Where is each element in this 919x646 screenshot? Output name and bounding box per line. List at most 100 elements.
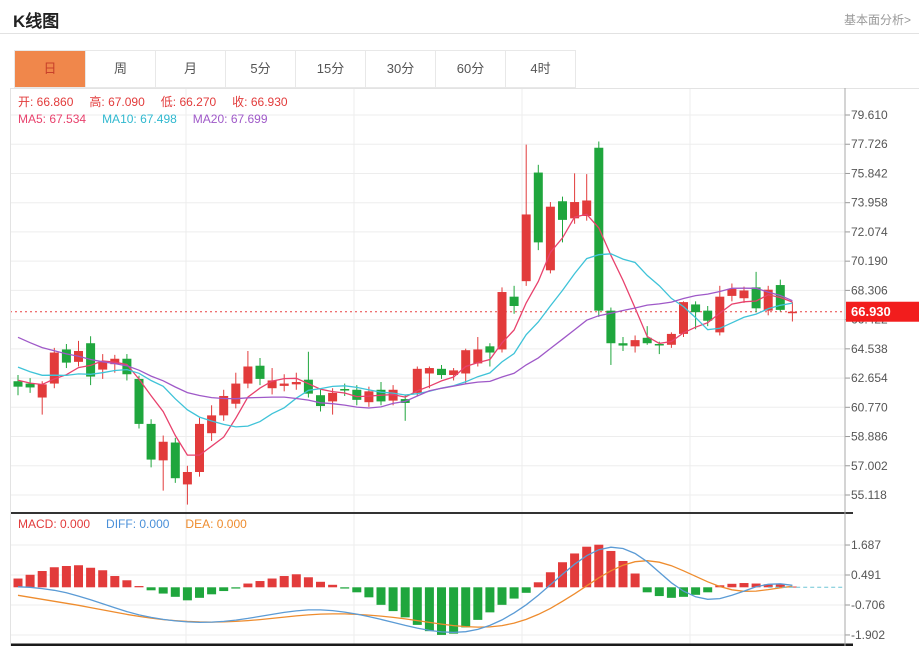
macd-hist-bar: [195, 587, 204, 598]
candle: [497, 292, 507, 350]
macd-hist-bar: [122, 580, 132, 588]
tab-4hour[interactable]: 4时: [505, 51, 575, 87]
macd-hist-bar: [691, 587, 701, 595]
macd-hist-bar: [449, 587, 459, 634]
macd-hist-bar: [570, 553, 580, 588]
macd-hist-bar: [400, 587, 410, 618]
period-tabs: 日周月 5分 15分 30分 60分 4时: [14, 50, 576, 88]
price-axis-label: 70.190: [851, 254, 888, 268]
price-axis-label: 58.886: [851, 430, 888, 444]
macd-hist-bar: [412, 587, 422, 625]
price-axis-label: 75.842: [851, 166, 888, 180]
candle: [727, 288, 737, 296]
macd-hist-bar: [25, 574, 35, 588]
macd-hist-bar: [267, 578, 277, 588]
candle: [146, 423, 156, 460]
macd-hist-bar: [243, 583, 253, 588]
candle: [630, 340, 640, 347]
candle: [437, 368, 446, 376]
candle: [328, 392, 338, 402]
macd-hist-bar: [739, 583, 749, 588]
page-title: K线图: [13, 12, 60, 31]
macd-hist-bar: [461, 587, 471, 628]
price-axis-label: 57.002: [851, 459, 888, 473]
candle: [37, 384, 47, 398]
macd-hist-bar: [654, 587, 664, 597]
candle: [134, 378, 144, 424]
macd-hist-bar: [86, 567, 96, 588]
macd-hist-bar: [74, 565, 83, 588]
title-divider: [0, 33, 919, 34]
candle: [207, 415, 217, 434]
candle: [25, 383, 35, 388]
candle: [291, 382, 301, 385]
macd-hist-bar: [376, 587, 386, 605]
macd-hist-bar: [328, 584, 338, 588]
candle: [98, 361, 108, 370]
macd-hist-bar: [134, 586, 144, 588]
macd-axis-label: -1.902: [851, 628, 885, 642]
candle: [521, 214, 531, 282]
kline-page: K线图 基本面分析> 日周月 5分 15分 30分 60分 4时 开: 66.860 高: …: [0, 0, 919, 646]
price-axis-label: 62.654: [851, 371, 888, 385]
candle: [533, 172, 543, 243]
macd-hist-bar: [473, 587, 483, 620]
macd-chart[interactable]: 1.687 0.491 -0.706 -1.902: [10, 512, 919, 646]
candle: [182, 472, 192, 485]
candle: [558, 201, 567, 220]
price-axis-label: 73.958: [851, 196, 888, 210]
price-axis-label: 60.770: [851, 400, 888, 414]
macd-hist-bar: [703, 587, 713, 593]
tab-month[interactable]: 月: [155, 51, 225, 87]
macd-hist-bar: [279, 576, 289, 588]
macd-hist-bar: [98, 570, 108, 588]
candle: [158, 441, 168, 461]
tab-60min[interactable]: 60分: [435, 51, 505, 87]
candle: [691, 304, 701, 313]
candle: [618, 343, 628, 346]
macd-hist-bar: [521, 587, 531, 593]
candle: [787, 311, 797, 314]
candle: [255, 365, 265, 379]
tab-week[interactable]: 周: [85, 51, 155, 87]
ma-line-ma20: [17, 287, 793, 409]
macd-axis-label: 0.491: [851, 568, 881, 582]
macd-hist-bar: [182, 587, 192, 601]
macd-hist-bar: [158, 587, 168, 594]
macd-hist-bar: [146, 587, 156, 591]
candle: [352, 389, 362, 400]
candle: [739, 290, 749, 299]
macd-hist-bar: [219, 587, 229, 592]
candle: [606, 310, 616, 344]
candle: [231, 383, 241, 404]
price-axis-label: 68.306: [851, 283, 888, 297]
tab-day[interactable]: 日: [15, 51, 85, 87]
candle: [654, 344, 664, 346]
macd-hist-bar: [364, 587, 374, 598]
candle: [243, 366, 253, 384]
tab-15min[interactable]: 15分: [295, 51, 365, 87]
macd-hist-bar: [424, 587, 434, 632]
macd-hist-bar: [316, 581, 325, 588]
macd-axis-label: -0.706: [851, 598, 885, 612]
macd-hist-bar: [61, 565, 71, 588]
macd-hist-bar: [388, 587, 398, 612]
candle: [509, 296, 519, 306]
macd-hist-bar: [666, 587, 676, 598]
macd-hist-bar: [352, 587, 362, 593]
candle: [279, 383, 289, 386]
macd-hist-bar: [37, 571, 47, 588]
macd-hist-bar: [437, 587, 446, 635]
tab-5min[interactable]: 5分: [225, 51, 295, 87]
tab-30min[interactable]: 30分: [365, 51, 435, 87]
macd-hist-bar: [340, 587, 350, 589]
candle: [13, 381, 23, 387]
macd-hist-bar: [207, 587, 217, 595]
macd-hist-bar: [533, 582, 543, 588]
candle: [316, 395, 325, 407]
chart-area: 开: 66.860 高: 67.090 低: 66.270 收: 66.930 MA5…: [10, 88, 919, 646]
price-chart[interactable]: 79.610 77.726 75.842 73.958 72.074 70.190 68.3…: [10, 88, 919, 512]
candle: [424, 368, 434, 374]
candle: [170, 442, 180, 479]
fundamental-analysis-link[interactable]: 基本面分析>: [844, 11, 911, 28]
